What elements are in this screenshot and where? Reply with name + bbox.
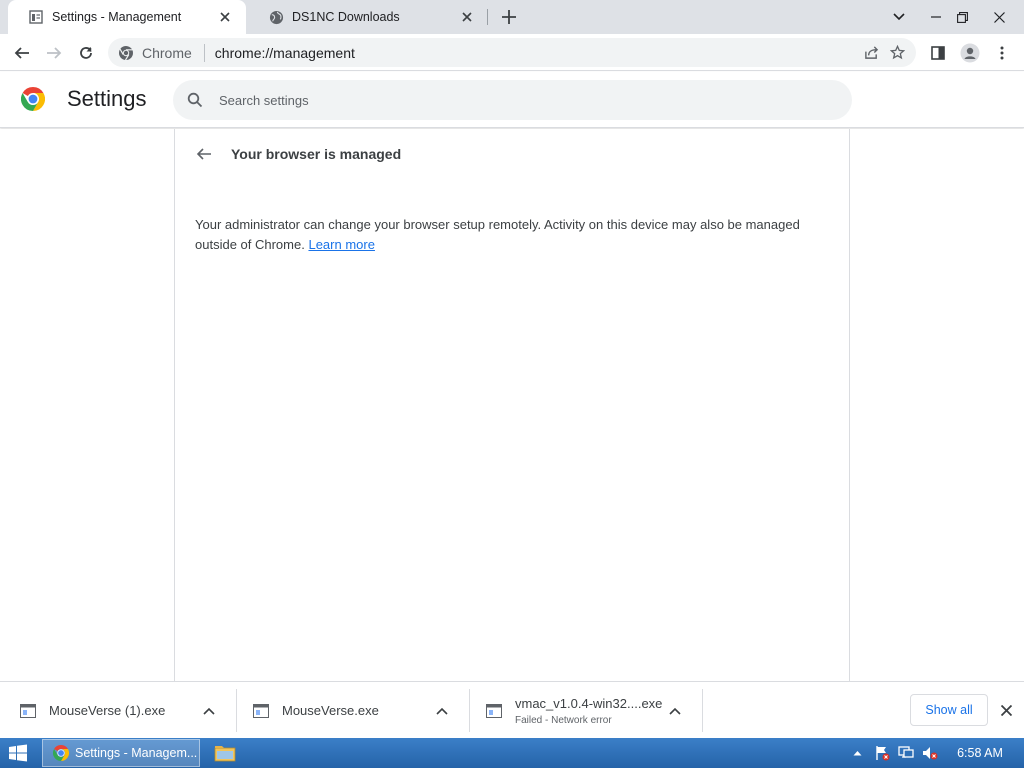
reload-icon (80, 47, 92, 59)
volume-tray-icon[interactable] (920, 738, 940, 768)
site-info-chip[interactable]: Chrome (108, 45, 192, 61)
minimize-icon (931, 16, 941, 18)
tab-ds1nc-downloads[interactable]: DS1NC Downloads (248, 0, 488, 34)
minimize-button[interactable] (924, 0, 948, 34)
download-options-button[interactable] (197, 699, 221, 723)
chrome-icon (119, 45, 133, 60)
close-icon[interactable] (458, 8, 476, 26)
network-tray-icon[interactable] (896, 738, 916, 768)
download-filename: MouseVerse.exe (282, 703, 379, 718)
download-filename: MouseVerse (1).exe (49, 703, 166, 718)
plus-icon (502, 10, 516, 24)
tab-strip: Settings - Management DS1NC Downloads (0, 0, 1024, 34)
network-icon (898, 746, 914, 758)
share-button[interactable] (858, 40, 884, 66)
file-icon (253, 703, 269, 718)
flag-icon (876, 746, 890, 761)
learn-more-link[interactable]: Learn more (308, 237, 374, 252)
tab-title: DS1NC Downloads (292, 10, 400, 24)
tab-settings-management[interactable]: Settings - Management (8, 0, 246, 34)
taskbar-app-label: Settings - Managem... (75, 746, 198, 760)
chevron-up-icon (203, 707, 215, 715)
settings-header: Settings (0, 72, 1024, 128)
folder-icon[interactable] (214, 743, 236, 763)
download-shelf: MouseVerse (1).exe MouseVerse.exe vmac_v… (0, 681, 1024, 738)
windows-taskbar: Settings - Managem... 6:58 AM (0, 738, 1024, 768)
management-description: Your administrator can change your brows… (195, 215, 825, 255)
address-divider (203, 43, 205, 62)
address-bar[interactable]: Chrome chrome://management (108, 38, 916, 67)
close-icon[interactable] (216, 8, 234, 26)
back-arrow-icon (196, 148, 211, 160)
restore-icon (956, 11, 968, 23)
close-download-shelf-button[interactable] (995, 699, 1017, 721)
back-to-settings-button[interactable] (190, 140, 218, 168)
site-chip-label: Chrome (142, 44, 192, 61)
action-center-flag[interactable] (872, 738, 892, 768)
back-button[interactable] (9, 40, 35, 66)
restore-button[interactable] (950, 0, 974, 34)
chevron-up-icon (853, 751, 861, 756)
settings-title: Settings (67, 86, 147, 111)
settings-content: Your browser is managed Your administrat… (0, 129, 1024, 681)
reload-button[interactable] (73, 40, 99, 66)
profile-icon (960, 43, 980, 63)
close-icon (1000, 704, 1012, 716)
search-icon (175, 80, 215, 120)
download-item[interactable]: MouseVerse.exe (233, 689, 466, 732)
card-header: Your browser is managed (175, 139, 849, 169)
forward-arrow-icon (47, 47, 62, 59)
url-text[interactable]: chrome://management (215, 45, 858, 61)
new-tab-button[interactable] (498, 6, 520, 28)
window-close-button[interactable] (984, 0, 1014, 34)
download-filename: vmac_v1.0.4-win32....exe (515, 695, 663, 711)
download-item-failed[interactable]: vmac_v1.0.4-win32....exe Failed - Networ… (466, 689, 699, 732)
taskbar-clock[interactable]: 6:58 AM (948, 738, 1012, 768)
chrome-logo-icon (21, 87, 45, 111)
settings-page-icon (28, 9, 44, 25)
side-panel-icon (931, 46, 945, 60)
close-icon (993, 11, 1005, 23)
download-status: Failed - Network error (515, 714, 612, 726)
star-icon (889, 45, 905, 60)
more-menu-button[interactable] (989, 40, 1015, 66)
search-settings-input[interactable] (219, 92, 819, 108)
show-hidden-icons-button[interactable] (850, 738, 864, 768)
chevron-down-icon (893, 13, 905, 21)
show-all-downloads-button[interactable]: Show all (910, 694, 988, 726)
chevron-up-icon (669, 707, 681, 715)
share-icon (864, 46, 878, 59)
forward-button[interactable] (41, 40, 67, 66)
description-text: Your administrator can change your brows… (195, 217, 800, 252)
file-icon (486, 703, 502, 718)
windows-start-icon[interactable] (8, 744, 28, 762)
globe-icon (268, 9, 284, 25)
more-icon (1000, 46, 1004, 60)
chevron-up-icon (436, 707, 448, 715)
chrome-icon (53, 745, 69, 761)
page-title: Your browser is managed (231, 146, 402, 162)
bookmark-button[interactable] (884, 40, 910, 66)
management-card: Your browser is managed Your administrat… (174, 129, 850, 681)
browser-toolbar: Chrome chrome://management (0, 34, 1024, 71)
tab-divider (487, 9, 488, 25)
taskbar-chrome-button[interactable]: Settings - Managem... (42, 739, 200, 767)
settings-search[interactable] (173, 80, 852, 120)
download-options-button[interactable] (663, 699, 687, 723)
tab-title: Settings - Management (52, 10, 182, 24)
download-divider (702, 689, 703, 732)
volume-muted-icon (923, 747, 938, 760)
back-arrow-icon (14, 47, 29, 59)
side-panel-button[interactable] (925, 40, 951, 66)
download-options-button[interactable] (430, 699, 454, 723)
file-icon (20, 703, 36, 718)
download-item[interactable]: MouseVerse (1).exe (0, 689, 233, 732)
profile-button[interactable] (957, 40, 983, 66)
tab-search-button[interactable] (886, 0, 912, 34)
